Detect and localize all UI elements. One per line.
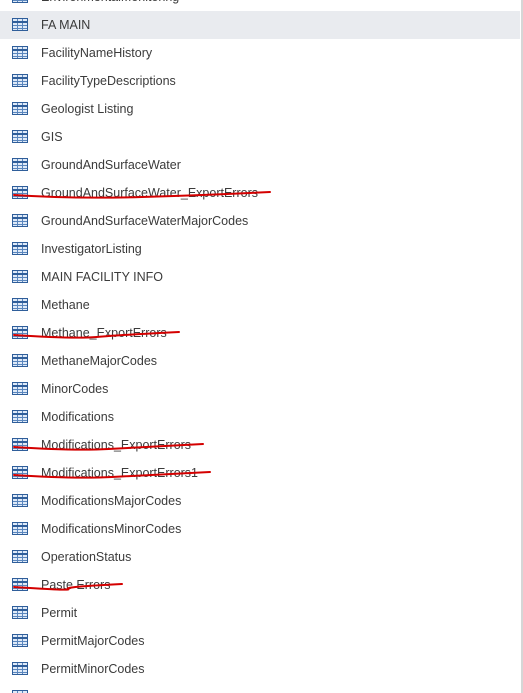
table-list-item[interactable]: Modifications_ExportErrors1: [0, 459, 520, 487]
table-list-item-label: ModificationsMajorCodes: [41, 494, 182, 508]
table-list-item[interactable]: GroundAndSurfaceWaterMajorCodes: [0, 207, 520, 235]
table-list-item[interactable]: InvestigatorListing: [0, 235, 520, 263]
table-list-item-label: Methane: [41, 298, 90, 312]
table-list-item-label: Permit: [41, 606, 78, 620]
table-list-item[interactable]: MinorCodes: [0, 375, 520, 403]
table-icon: [12, 438, 28, 451]
table-list-item-label: PermitMajorCodes: [41, 634, 145, 648]
table-list-item-label: Methane_ExportErrors: [41, 326, 167, 340]
table-list-item-label: PermitMinorCodes: [41, 662, 145, 676]
table-list-item[interactable]: GroundAndSurfaceWater_ExportErrors: [0, 179, 520, 207]
table-list-item[interactable]: GIS: [0, 123, 520, 151]
table-list-item-label: GroundAndSurfaceWater_ExportErrors: [41, 186, 258, 200]
table-list-item[interactable]: ModificationsMajorCodes: [0, 487, 520, 515]
table-list-item[interactable]: FA MAIN: [0, 11, 520, 39]
table-list-item[interactable]: Modifications: [0, 403, 520, 431]
table-list-item-label: Modifications_ExportErrors: [41, 438, 192, 452]
table-list-item-label: GroundAndSurfaceWaterMajorCodes: [41, 214, 249, 228]
table-list-item[interactable]: EnvironmentalMonitoring: [0, 0, 520, 11]
table-icon: [12, 18, 28, 31]
table-list-item-label: Modifications: [41, 410, 114, 424]
table-icon: [12, 354, 28, 367]
table-list-item[interactable]: MethaneMajorCodes: [0, 347, 520, 375]
table-list-item-label: FacilityNameHistory: [41, 46, 153, 60]
table-icon: [12, 0, 28, 3]
table-list-item-label: GroundAndSurfaceWater: [41, 158, 181, 172]
table-icon: [12, 494, 28, 507]
table-list-item[interactable]: Modifications_ExportErrors: [0, 431, 520, 459]
table-icon: [12, 634, 28, 647]
table-list-item[interactable]: GroundAndSurfaceWater: [0, 151, 520, 179]
table-icon: [12, 662, 28, 675]
table-list-item-label: Paste Errors: [41, 578, 111, 592]
table-icon: [12, 74, 28, 87]
table-list-item-label: MethaneMajorCodes: [41, 354, 158, 368]
table-list-item[interactable]: [0, 683, 520, 693]
table-list-item-label: FA MAIN: [41, 18, 91, 32]
table-list-item[interactable]: Paste Errors: [0, 571, 520, 599]
table-icon: [12, 158, 28, 171]
table-list-item[interactable]: FacilityTypeDescriptions: [0, 67, 520, 95]
table-icon: [12, 186, 28, 199]
table-list-item[interactable]: FacilityNameHistory: [0, 39, 520, 67]
table-icon: [12, 130, 28, 143]
table-list-item[interactable]: ModificationsMinorCodes: [0, 515, 520, 543]
table-list-item-label: FacilityTypeDescriptions: [41, 74, 176, 88]
navigation-pane: EnvironmentalMonitoring FA MAIN FacilityNa…: [0, 0, 523, 693]
table-list-item[interactable]: MAIN FACILITY INFO: [0, 263, 520, 291]
table-list-item[interactable]: Permit: [0, 599, 520, 627]
table-list-item[interactable]: PermitMinorCodes: [0, 655, 520, 683]
table-list-item-label: MinorCodes: [41, 382, 109, 396]
table-icon: [12, 270, 28, 283]
table-icon: [12, 606, 28, 619]
table-list-item-label: GIS: [41, 130, 63, 144]
table-icon: [12, 298, 28, 311]
table-list-item-label: Geologist Listing: [41, 102, 134, 116]
table-icon: [12, 214, 28, 227]
table-icon: [12, 578, 28, 591]
table-list-item[interactable]: Geologist Listing: [0, 95, 520, 123]
table-icon: [12, 410, 28, 423]
table-icon: [12, 466, 28, 479]
table-list-item[interactable]: PermitMajorCodes: [0, 627, 520, 655]
table-icon: [12, 382, 28, 395]
table-list-item-label: Modifications_ExportErrors1: [41, 466, 199, 480]
table-list-item-label: ModificationsMinorCodes: [41, 522, 182, 536]
table-list: EnvironmentalMonitoring FA MAIN FacilityNa…: [0, 0, 520, 693]
table-icon: [12, 242, 28, 255]
table-icon: [12, 522, 28, 535]
table-list-item-label: EnvironmentalMonitoring: [41, 0, 179, 5]
table-list-item[interactable]: OperationStatus: [0, 543, 520, 571]
table-icon: [12, 102, 28, 115]
table-icon: [12, 326, 28, 339]
table-list-item[interactable]: Methane: [0, 291, 520, 319]
table-list-item[interactable]: Methane_ExportErrors: [0, 319, 520, 347]
table-list-item-label: OperationStatus: [41, 550, 132, 564]
table-icon: [12, 550, 28, 563]
table-list-item-label: MAIN FACILITY INFO: [41, 270, 164, 284]
table-icon: [12, 46, 28, 59]
table-list-item-label: InvestigatorListing: [41, 242, 142, 256]
